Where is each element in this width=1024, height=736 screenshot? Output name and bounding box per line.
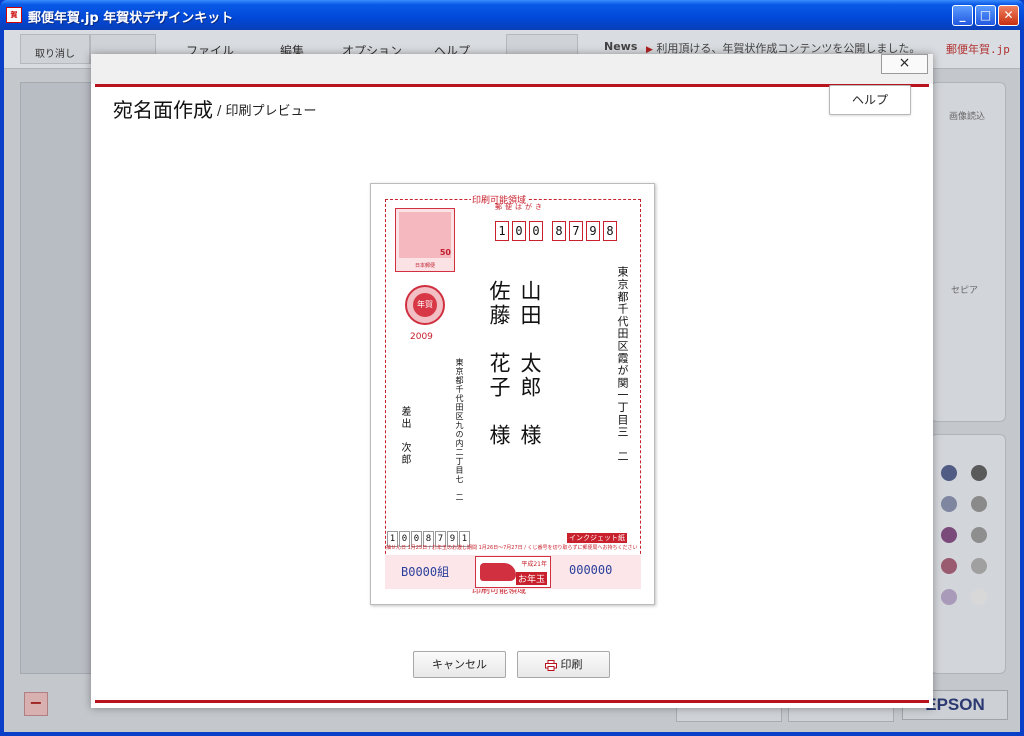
color-swatch[interactable]: [971, 465, 987, 481]
otoshidama-label: お年玉: [515, 572, 547, 585]
dialog-close-button[interactable]: ×: [881, 54, 928, 74]
help-button[interactable]: ヘルプ: [829, 85, 911, 115]
zip-digit: 0: [512, 221, 526, 241]
stamp-value: 50: [439, 248, 451, 257]
print-preview-dialog: × 宛名面作成 / 印刷プレビュー ヘルプ 印刷可能領域 印刷可能領域 郵便はが…: [91, 54, 933, 708]
sender-address: 東京都千代田区九の内二丁目七 二: [455, 358, 464, 502]
zip-digit: 8: [552, 221, 566, 241]
brand-logo: 郵便年賀.jp: [946, 43, 1010, 56]
cancel-button[interactable]: キャンセル: [413, 651, 506, 678]
news-label: News: [604, 40, 638, 53]
recipient-zip: 1 0 0 8 7 9 8: [495, 221, 620, 241]
postmark-text: 年賀: [413, 293, 437, 317]
dialog-top-divider: [95, 84, 929, 87]
otoshidama-year: 平成21年: [521, 561, 547, 568]
dialog-title: 宛名面作成: [113, 98, 213, 122]
zip-digit: 7: [569, 221, 583, 241]
color-swatch[interactable]: [941, 465, 957, 481]
zip-digit: 9: [586, 221, 600, 241]
otoshidama-mark: 平成21年 お年玉: [475, 556, 551, 588]
print-button[interactable]: 印刷: [517, 651, 610, 678]
printer-icon: [544, 659, 557, 671]
color-palette-panel: [930, 434, 1006, 674]
recipient-name-2: 佐藤 花子 様: [487, 280, 511, 448]
app-logo-icon: 賀: [6, 7, 22, 23]
lottery-group: B0000組: [401, 565, 450, 579]
maximize-button[interactable]: □: [975, 5, 996, 26]
color-swatch[interactable]: [941, 589, 957, 605]
cancel-label: キャンセル: [432, 658, 487, 671]
zip-digit: 0: [529, 221, 543, 241]
image-tools-panel: 画像読込 セピア: [930, 82, 1006, 422]
zoom-out-button[interactable]: −: [24, 692, 48, 716]
dialog-bottom-divider: [95, 700, 929, 703]
recipient-address: 東京都千代田区霞が関一丁目三 二: [616, 266, 629, 463]
color-swatch[interactable]: [941, 527, 957, 543]
print-label: 印刷: [560, 658, 583, 671]
zip-digit: 8: [603, 221, 617, 241]
sender-name: 差出 次郎: [399, 406, 410, 466]
lottery-number: 000000: [569, 563, 613, 577]
dialog-subtitle: / 印刷プレビュー: [217, 104, 317, 119]
image-load-label[interactable]: 画像読込: [949, 109, 985, 122]
minimize-button[interactable]: _: [952, 5, 973, 26]
undo-label: 取り消し: [35, 49, 75, 60]
color-swatch[interactable]: [971, 527, 987, 543]
inkjet-label: インクジェット紙: [567, 533, 627, 543]
recipient-name-1: 山田 太郎 様: [518, 280, 542, 448]
stamp-label: 日本郵便: [414, 263, 435, 269]
postmark-year: 2009: [410, 332, 433, 342]
title-bar[interactable]: 賀 郵便年賀.jp 年賀状デザインキット _ □ ✕: [0, 0, 1024, 30]
postcard-header: 郵便はがき: [495, 203, 545, 211]
color-swatch[interactable]: [971, 589, 987, 605]
window-close-button[interactable]: ✕: [998, 5, 1019, 26]
ox-icon: [480, 563, 516, 581]
postmark: 年賀: [405, 285, 445, 325]
color-swatch[interactable]: [971, 558, 987, 574]
window-title: 郵便年賀.jp 年賀状デザインキット: [28, 11, 234, 26]
zip-digit: 1: [495, 221, 509, 241]
dialog-header-bar: [91, 54, 933, 84]
postcard-preview: 印刷可能領域 印刷可能領域 郵便はがき 1 0 0 8 7 9 8 50 日本郵…: [370, 183, 655, 605]
sepia-label[interactable]: セピア: [951, 283, 978, 296]
lottery-note: 抽せん日 1月25日 / お年玉のお渡し期間 1月26日～7月27日 / くじ番…: [386, 545, 638, 551]
color-swatch[interactable]: [971, 496, 987, 512]
stamp: 50 日本郵便: [395, 208, 455, 272]
color-swatch[interactable]: [941, 496, 957, 512]
color-swatch[interactable]: [941, 558, 957, 574]
undo-button[interactable]: 取り消し: [20, 34, 90, 64]
